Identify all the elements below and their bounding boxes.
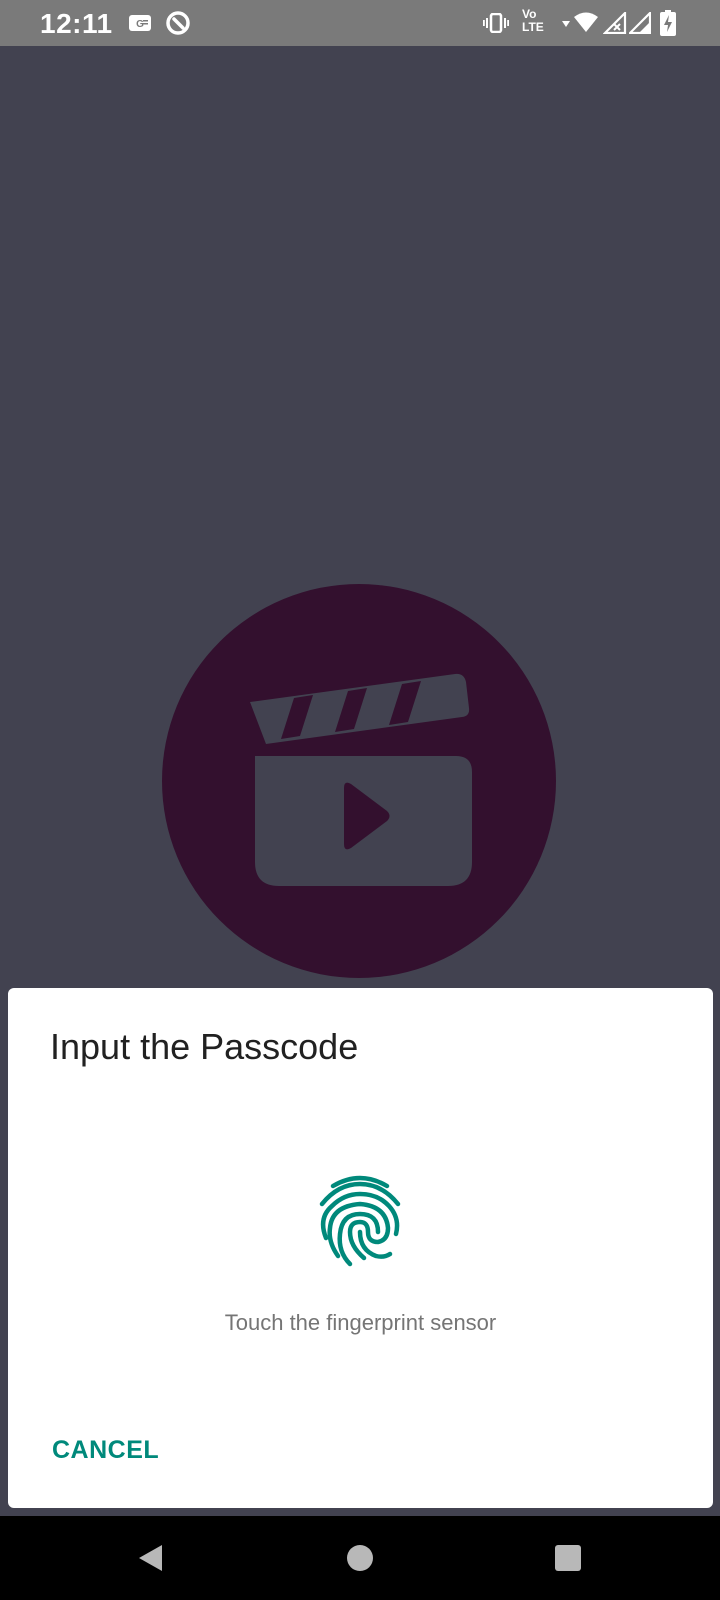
recents-button[interactable] bbox=[528, 1516, 608, 1600]
vpn-circle-icon bbox=[164, 0, 192, 46]
home-icon bbox=[347, 1545, 373, 1571]
clapperboard-play-icon bbox=[250, 673, 472, 886]
dialog-message: Touch the fingerprint sensor bbox=[224, 1310, 497, 1335]
cancel-button[interactable]: CANCEL bbox=[42, 1428, 169, 1473]
volte-top-label: Vo bbox=[522, 7, 537, 21]
battery-charging-icon bbox=[658, 0, 678, 46]
status-bar: 12:11 G Vo LTE bbox=[0, 0, 720, 46]
nav-bar bbox=[0, 1516, 720, 1600]
dialog-title: Input the Passcode bbox=[50, 1026, 359, 1067]
data-arrow-icon bbox=[560, 0, 572, 46]
screen: 12:11 G Vo LTE Input the Passcode Touch … bbox=[0, 0, 720, 1600]
status-time: 12:11 bbox=[40, 8, 113, 39]
vibrate-icon bbox=[482, 0, 510, 46]
home-button[interactable] bbox=[320, 1516, 400, 1600]
gmail-box-icon: G bbox=[128, 0, 152, 46]
back-button[interactable] bbox=[110, 1516, 190, 1600]
signal-icon bbox=[628, 0, 652, 46]
fingerprint-icon bbox=[316, 1174, 404, 1268]
volte-bottom-label: LTE bbox=[522, 20, 544, 34]
signal-x-icon bbox=[602, 0, 628, 46]
fingerprint-dialog: Input the Passcode Touch the fingerprint… bbox=[8, 988, 713, 1508]
wifi-icon bbox=[572, 0, 600, 46]
recents-icon bbox=[555, 1545, 581, 1571]
app-logo bbox=[162, 584, 556, 978]
volte-icon: Vo LTE bbox=[522, 8, 544, 34]
back-icon bbox=[139, 1545, 162, 1571]
svg-text:G: G bbox=[136, 19, 144, 30]
